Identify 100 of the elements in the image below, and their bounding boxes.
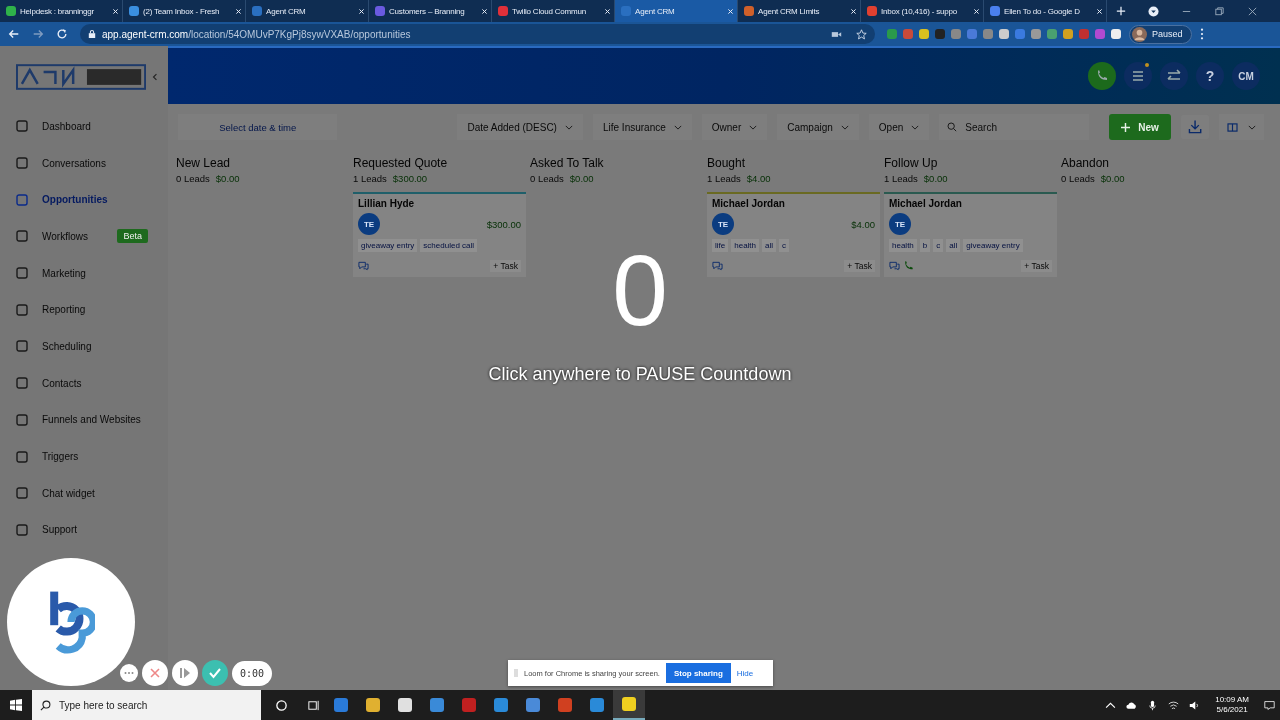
filter-dropdown[interactable]: Campaign: [777, 114, 859, 140]
countdown-message[interactable]: Click anywhere to PAUSE Countdown: [488, 364, 792, 385]
contact-name: Michael Jordan: [712, 198, 786, 209]
card-amount: $300.00: [486, 218, 521, 230]
sidebar-item[interactable]: Triggers: [0, 438, 168, 475]
menu-icon[interactable]: [1199, 28, 1204, 40]
collapse-icon[interactable]: [152, 72, 158, 82]
list-icon[interactable]: [1124, 62, 1152, 90]
opportunity-card[interactable]: Michael Jordan TE health b c all giveaway entry + Task: [884, 192, 1057, 277]
lead-count: 0 Leads: [530, 173, 564, 184]
add-task-button[interactable]: + Task: [490, 260, 521, 272]
chevron-icon: [1248, 124, 1256, 130]
speaker-icon[interactable]: [1189, 699, 1201, 711]
dropdown-icon[interactable]: [1148, 5, 1159, 17]
avatar-icon: [1132, 26, 1147, 42]
taskbar-app-icon[interactable]: [613, 690, 645, 720]
view-dropdown[interactable]: [1219, 114, 1264, 140]
column-total: $0.00: [215, 173, 240, 184]
profile-button[interactable]: Paused: [1129, 24, 1192, 44]
sidebar-item[interactable]: Marketing: [0, 254, 168, 292]
sidebar-item[interactable]: Support: [0, 511, 168, 549]
chevron-up-icon[interactable]: [1105, 699, 1117, 711]
clock[interactable]: 10:09 AM 5/6/2021: [1215, 694, 1249, 716]
sidebar-item[interactable]: Reporting: [0, 291, 168, 329]
filter-dropdown[interactable]: Life Insurance: [592, 114, 692, 140]
column-total: $4.00: [746, 173, 771, 184]
sidebar-item[interactable]: Workflows Beta: [0, 218, 168, 255]
lead-count: 0 Leads: [176, 173, 210, 184]
square-icon: [16, 523, 28, 536]
taskbar-search-field[interactable]: Type here to search: [32, 690, 261, 720]
drag-handle-icon[interactable]: [514, 668, 518, 678]
restore-icon[interactable]: [1214, 5, 1225, 17]
tag: health: [889, 239, 917, 252]
column-title: New Lead: [176, 156, 232, 170]
square-icon: [16, 303, 28, 316]
close-icon[interactable]: [1247, 5, 1258, 17]
sidebar-item[interactable]: Dashboard: [0, 108, 168, 145]
windows-start-icon[interactable]: [10, 699, 22, 711]
task-view-icon[interactable]: [307, 698, 320, 712]
sidebar-item[interactable]: Conversations: [0, 144, 168, 182]
filter-dropdown[interactable]: Date Added (DESC): [457, 114, 583, 140]
swap-arrows-icon[interactable]: [1160, 62, 1188, 90]
search-icon: [40, 699, 51, 711]
notification-icon[interactable]: [1264, 699, 1275, 711]
opportunity-card[interactable]: Lillian Hyde TE $300.00 giveaway entry scheduled call + Task: [353, 192, 526, 277]
lead-count: 1 Leads: [884, 173, 918, 184]
filter-dropdown[interactable]: Open: [868, 114, 930, 140]
tag: all: [946, 239, 961, 252]
sidebar-item[interactable]: Opportunities: [0, 181, 168, 219]
cloud-icon[interactable]: [1126, 699, 1138, 711]
more-icon[interactable]: [120, 664, 138, 682]
chevron-icon: [749, 124, 758, 130]
square-icon: [16, 340, 28, 353]
chat-icon[interactable]: [358, 261, 369, 271]
search-field[interactable]: Search: [939, 114, 1090, 140]
phone-icon[interactable]: [1088, 62, 1116, 90]
tag: giveaway entry: [358, 239, 418, 252]
column-title: Bought: [707, 156, 747, 170]
cortana-icon[interactable]: [275, 698, 288, 712]
stop-sharing-button[interactable]: Stop sharing: [665, 663, 731, 683]
tag: life: [712, 239, 729, 252]
contact-name: Michael Jordan: [889, 198, 963, 209]
sidebar-item[interactable]: Contacts: [0, 364, 168, 402]
tag: c: [933, 239, 944, 252]
square-icon: [16, 377, 28, 390]
column-total: $300.00: [392, 173, 428, 184]
pause-icon[interactable]: [172, 660, 198, 686]
tag: health: [731, 239, 760, 252]
recording-timer: 0:00: [232, 660, 273, 686]
filter-dropdown[interactable]: Owner: [701, 114, 768, 140]
address-bar[interactable]: app.agent-crm.com/location/54OMUvP7KgPj8sywVXAB/opportunities: [80, 24, 875, 44]
tag: scheduled call: [420, 239, 478, 252]
check-icon[interactable]: [202, 660, 228, 686]
chat-icon[interactable]: [889, 261, 900, 271]
back-icon[interactable]: [8, 28, 20, 40]
new-tab-icon[interactable]: [1116, 6, 1126, 16]
chevron-icon: [564, 124, 573, 130]
opportunity-card[interactable]: Michael Jordan TE $4.00 life health all c + Task: [707, 192, 880, 277]
sidebar-item[interactable]: Funnels and Websites: [0, 401, 168, 439]
chat-icon[interactable]: [712, 261, 723, 271]
user-avatar[interactable]: CM: [1232, 62, 1260, 90]
cancel-icon[interactable]: [142, 660, 168, 686]
wifi-icon[interactable]: [1168, 699, 1180, 711]
microphone-icon[interactable]: [1147, 699, 1159, 711]
square-icon: [16, 450, 28, 463]
browser-tab[interactable]: Agent CRM: [615, 0, 738, 22]
sidebar-item[interactable]: Chat widget: [0, 474, 168, 512]
beta-badge: Beta: [117, 229, 148, 244]
owner-avatar: TE: [712, 213, 734, 235]
add-task-button[interactable]: + Task: [844, 260, 875, 272]
reload-icon[interactable]: [56, 28, 68, 40]
star-icon[interactable]: [856, 28, 867, 40]
date-picker-field[interactable]: Select date & time: [178, 114, 338, 140]
add-task-button[interactable]: + Task: [1021, 260, 1052, 272]
sidebar-item[interactable]: Scheduling: [0, 328, 168, 365]
hide-link[interactable]: Hide: [736, 668, 754, 678]
phone-icon[interactable]: [903, 261, 914, 271]
new-button[interactable]: New: [1109, 114, 1171, 140]
forward-icon[interactable]: [32, 28, 44, 40]
help-button[interactable]: ?: [1196, 62, 1224, 90]
